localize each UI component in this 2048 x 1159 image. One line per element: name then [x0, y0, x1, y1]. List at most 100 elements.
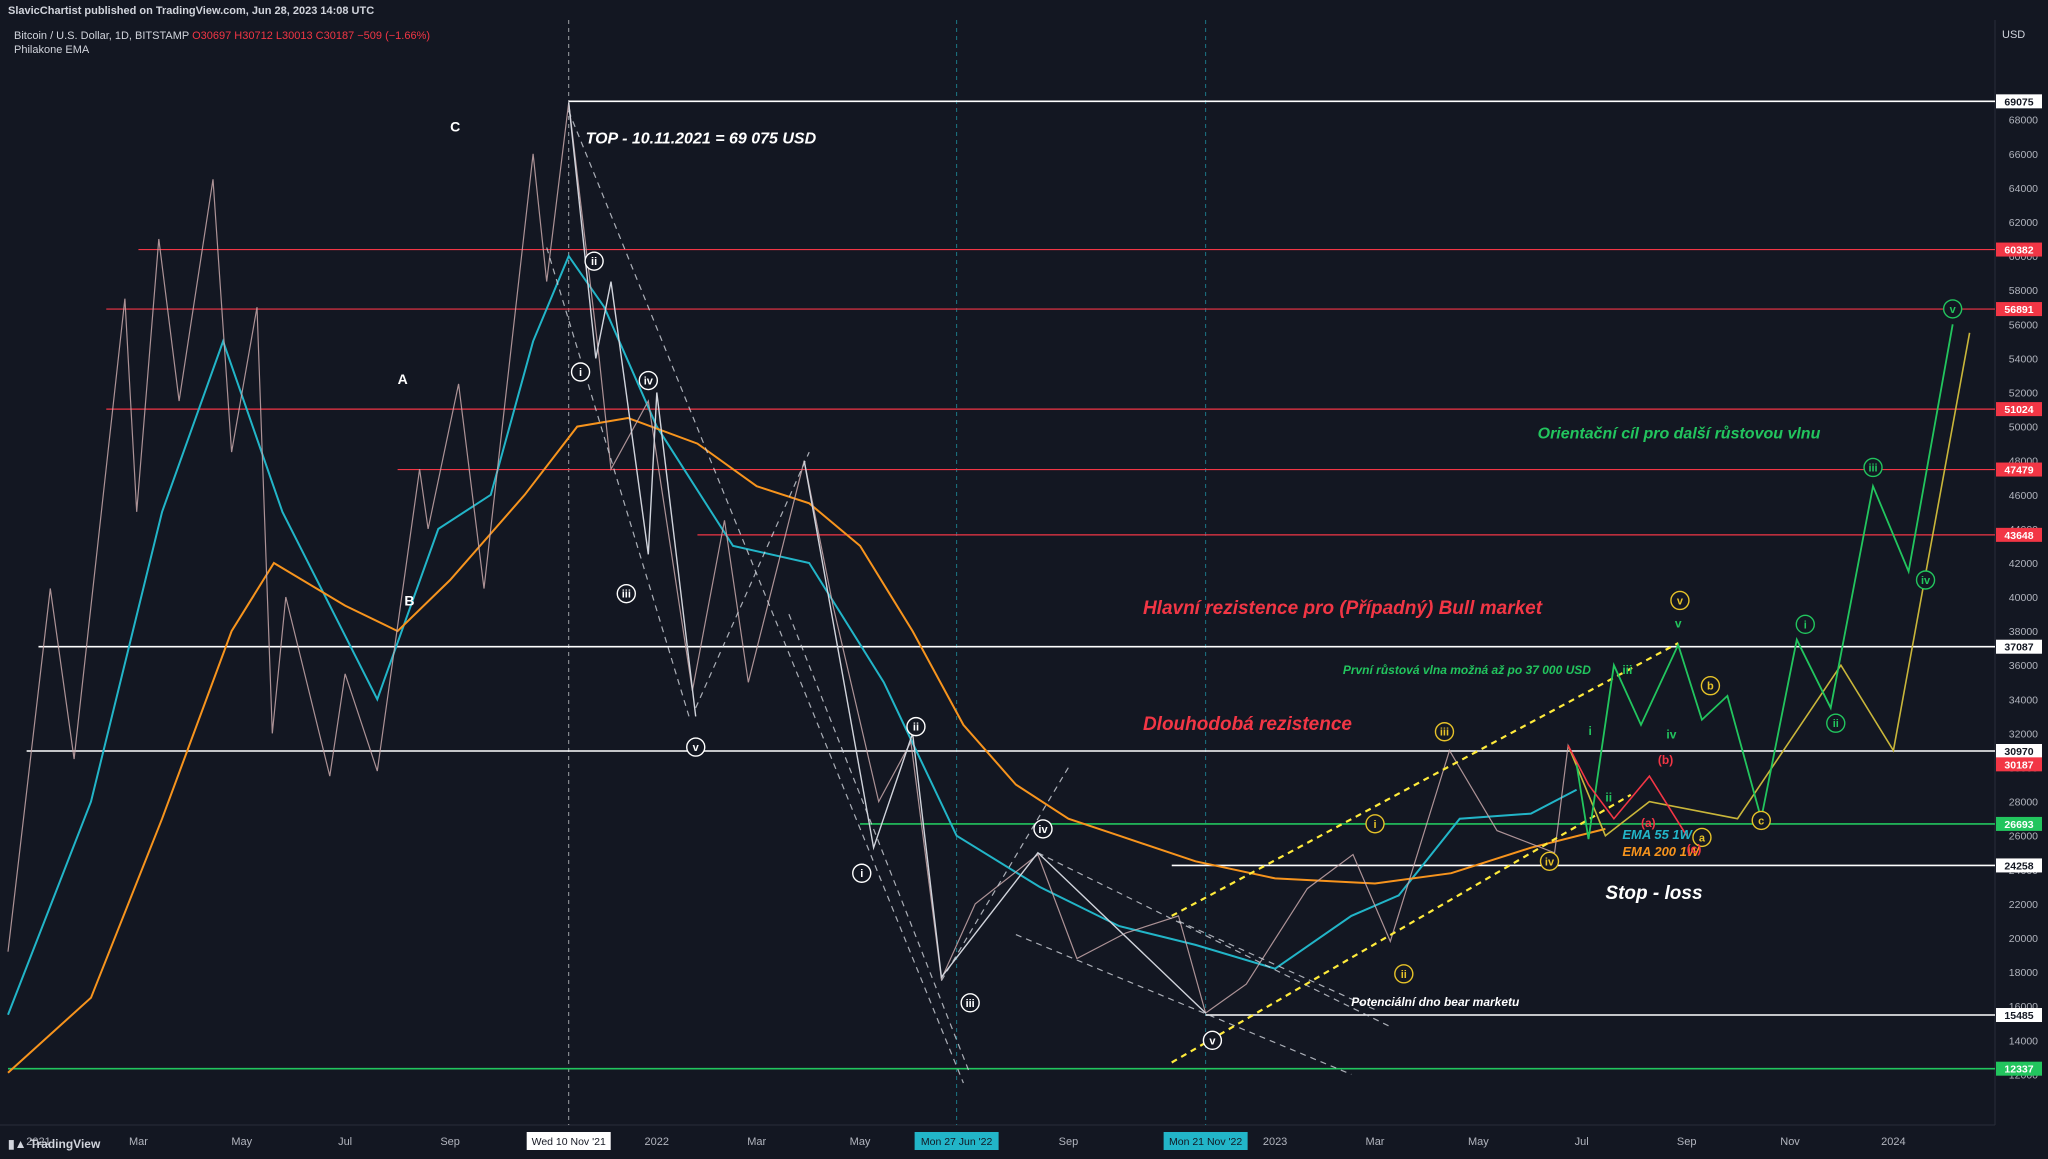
price-tag-text: 60382 [2004, 245, 2033, 257]
x-tick-label: May [850, 1136, 871, 1148]
y-tick-label: 50000 [2009, 422, 2038, 434]
level-price-tag: 56891 [1996, 302, 2042, 317]
x-highlight-text: Mon 27 Jun '22 [921, 1136, 993, 1148]
wave-marker: ii [906, 716, 926, 737]
wave-marker: i [570, 362, 591, 382]
level-price-tag: 69075 [1996, 94, 2042, 109]
chart-annotation: i [1588, 724, 1591, 738]
wave-marker: b [1700, 676, 1721, 696]
y-tick-label: 64000 [2009, 183, 2038, 195]
tradingview-logo: ▮▲ TradingView [8, 1137, 100, 1151]
wave-marker: ii [1394, 964, 1414, 984]
wave-marker: iii [960, 993, 980, 1013]
x-tick-label: 2024 [1881, 1136, 1905, 1148]
wave-marker: iv [1033, 819, 1053, 839]
wave-marker-label: iv [1545, 856, 1555, 868]
price-tag-text: 30970 [2004, 746, 2033, 758]
ema-line [7, 254, 1578, 1016]
price-tag-text: 37087 [2004, 642, 2033, 654]
wave-marker: iv [638, 370, 659, 391]
price-path [7, 102, 1578, 1014]
y-tick-label: 20000 [2009, 933, 2038, 945]
y-tick-label: 26000 [2009, 831, 2038, 843]
level-price-tag: 24258 [1996, 858, 2042, 873]
axis-unit-label: USD [2002, 29, 2025, 41]
chart-annotation: (a) [1641, 816, 1656, 830]
wave-marker-label: iii [966, 998, 975, 1010]
x-highlight-tag: Mon 27 Jun '22 [914, 1132, 999, 1150]
chart-annotation: A [398, 371, 408, 387]
chart-annotation: iv [1666, 728, 1676, 742]
wave-marker: iii [1863, 457, 1883, 478]
y-tick-label: 32000 [2009, 728, 2038, 740]
x-highlight-tag: Wed 10 Nov '21 [526, 1132, 611, 1150]
wave-marker-label: v [1209, 1035, 1216, 1047]
y-axis-ticks: 1200014000160001800020000220002400026000… [2009, 115, 2038, 1082]
x-highlight-tag: Mon 21 Nov '22 [1163, 1132, 1248, 1150]
x-tick-label: Sep [1059, 1136, 1079, 1148]
y-tick-label: 22000 [2009, 899, 2038, 911]
wave-marker: i [1795, 614, 1815, 635]
price-axis [1995, 0, 2048, 1159]
price-tag-text: 47479 [2004, 465, 2033, 477]
wave-marker-label: v [1950, 304, 1957, 316]
chart-annotation: iii [1622, 663, 1632, 677]
wave-marker: c [1751, 810, 1771, 831]
level-price-tag: 30970 [1996, 744, 2042, 759]
x-tick-label: Jul [338, 1136, 352, 1148]
wave-marker-label: iii [1868, 462, 1877, 474]
chart-annotation: Hlavní rezistence pro (Případný) Bull ma… [1143, 598, 1543, 619]
x-tick-label: Sep [440, 1136, 460, 1148]
wave-marker-label: ii [913, 722, 919, 734]
current-price-tag: 30187 [1996, 757, 2042, 772]
chart-annotation: Dlouhodobá rezistence [1143, 714, 1352, 735]
x-tick-label: May [1468, 1136, 1489, 1148]
wave-line [803, 460, 1207, 1014]
chart-annotation: C [450, 119, 460, 135]
wave-marker-label: i [1373, 819, 1376, 831]
x-tick-label: Sep [1677, 1136, 1697, 1148]
x-highlight-text: Wed 10 Nov '21 [532, 1136, 606, 1148]
price-tag-text: 51024 [2004, 404, 2033, 416]
y-tick-label: 28000 [2009, 797, 2038, 809]
x-tick-label: 2022 [645, 1136, 669, 1148]
projection-green [1575, 324, 1954, 840]
dashed-trendline [1178, 920, 1376, 1011]
wave-marker: v [1942, 299, 1963, 319]
chart-annotation: Potenciální dno bear marketu [1351, 995, 1520, 1009]
chart-annotation: (c) [1687, 842, 1702, 856]
x-tick-label: Jul [1575, 1136, 1589, 1148]
chart-annotation: B [404, 593, 414, 609]
chart-annotation: První růstová vlna možná až po 37 000 US… [1343, 663, 1591, 677]
x-tick-label: 2023 [1263, 1136, 1287, 1148]
y-tick-label: 58000 [2009, 285, 2038, 297]
footer-brand: TradingView [29, 1137, 101, 1151]
x-highlight-text: Mon 21 Nov '22 [1169, 1136, 1242, 1148]
level-price-tag: 26693 [1996, 816, 2042, 831]
level-price-tag: 12337 [1996, 1061, 2042, 1076]
wave-marker-label: iv [1921, 575, 1931, 587]
x-tick-label: Mar [747, 1136, 766, 1148]
wave-marker-label: i [579, 367, 582, 379]
wave-marker: iv [1539, 851, 1560, 872]
wave-marker-label: iii [1440, 727, 1449, 739]
price-tag-text: 26693 [2004, 819, 2033, 831]
wave-marker-label: v [1677, 595, 1684, 607]
wave-marker-label: i [860, 868, 863, 880]
current-price-text: 30187 [2004, 759, 2033, 771]
price-tag-text: 69075 [2004, 96, 2033, 108]
level-price-tag: 47479 [1996, 462, 2042, 477]
y-tick-label: 62000 [2009, 217, 2038, 229]
wave-marker-label: b [1707, 681, 1714, 693]
tv-icon: ▮▲ [8, 1137, 27, 1151]
x-tick-label: May [231, 1136, 252, 1148]
price-chart[interactable]: USD1200014000160001800020000220002400026… [0, 0, 2048, 1159]
dashed-trendline [1015, 934, 1352, 1075]
wave-marker: iv [1915, 570, 1936, 590]
chart-annotation: Stop - loss [1605, 883, 1702, 904]
price-tag-text: 15485 [2004, 1010, 2033, 1022]
chart-annotation: ii [1605, 791, 1612, 805]
dashed-trendline [1037, 852, 1391, 1028]
price-tag-text: 24258 [2004, 860, 2033, 872]
y-tick-label: 36000 [2009, 660, 2038, 672]
